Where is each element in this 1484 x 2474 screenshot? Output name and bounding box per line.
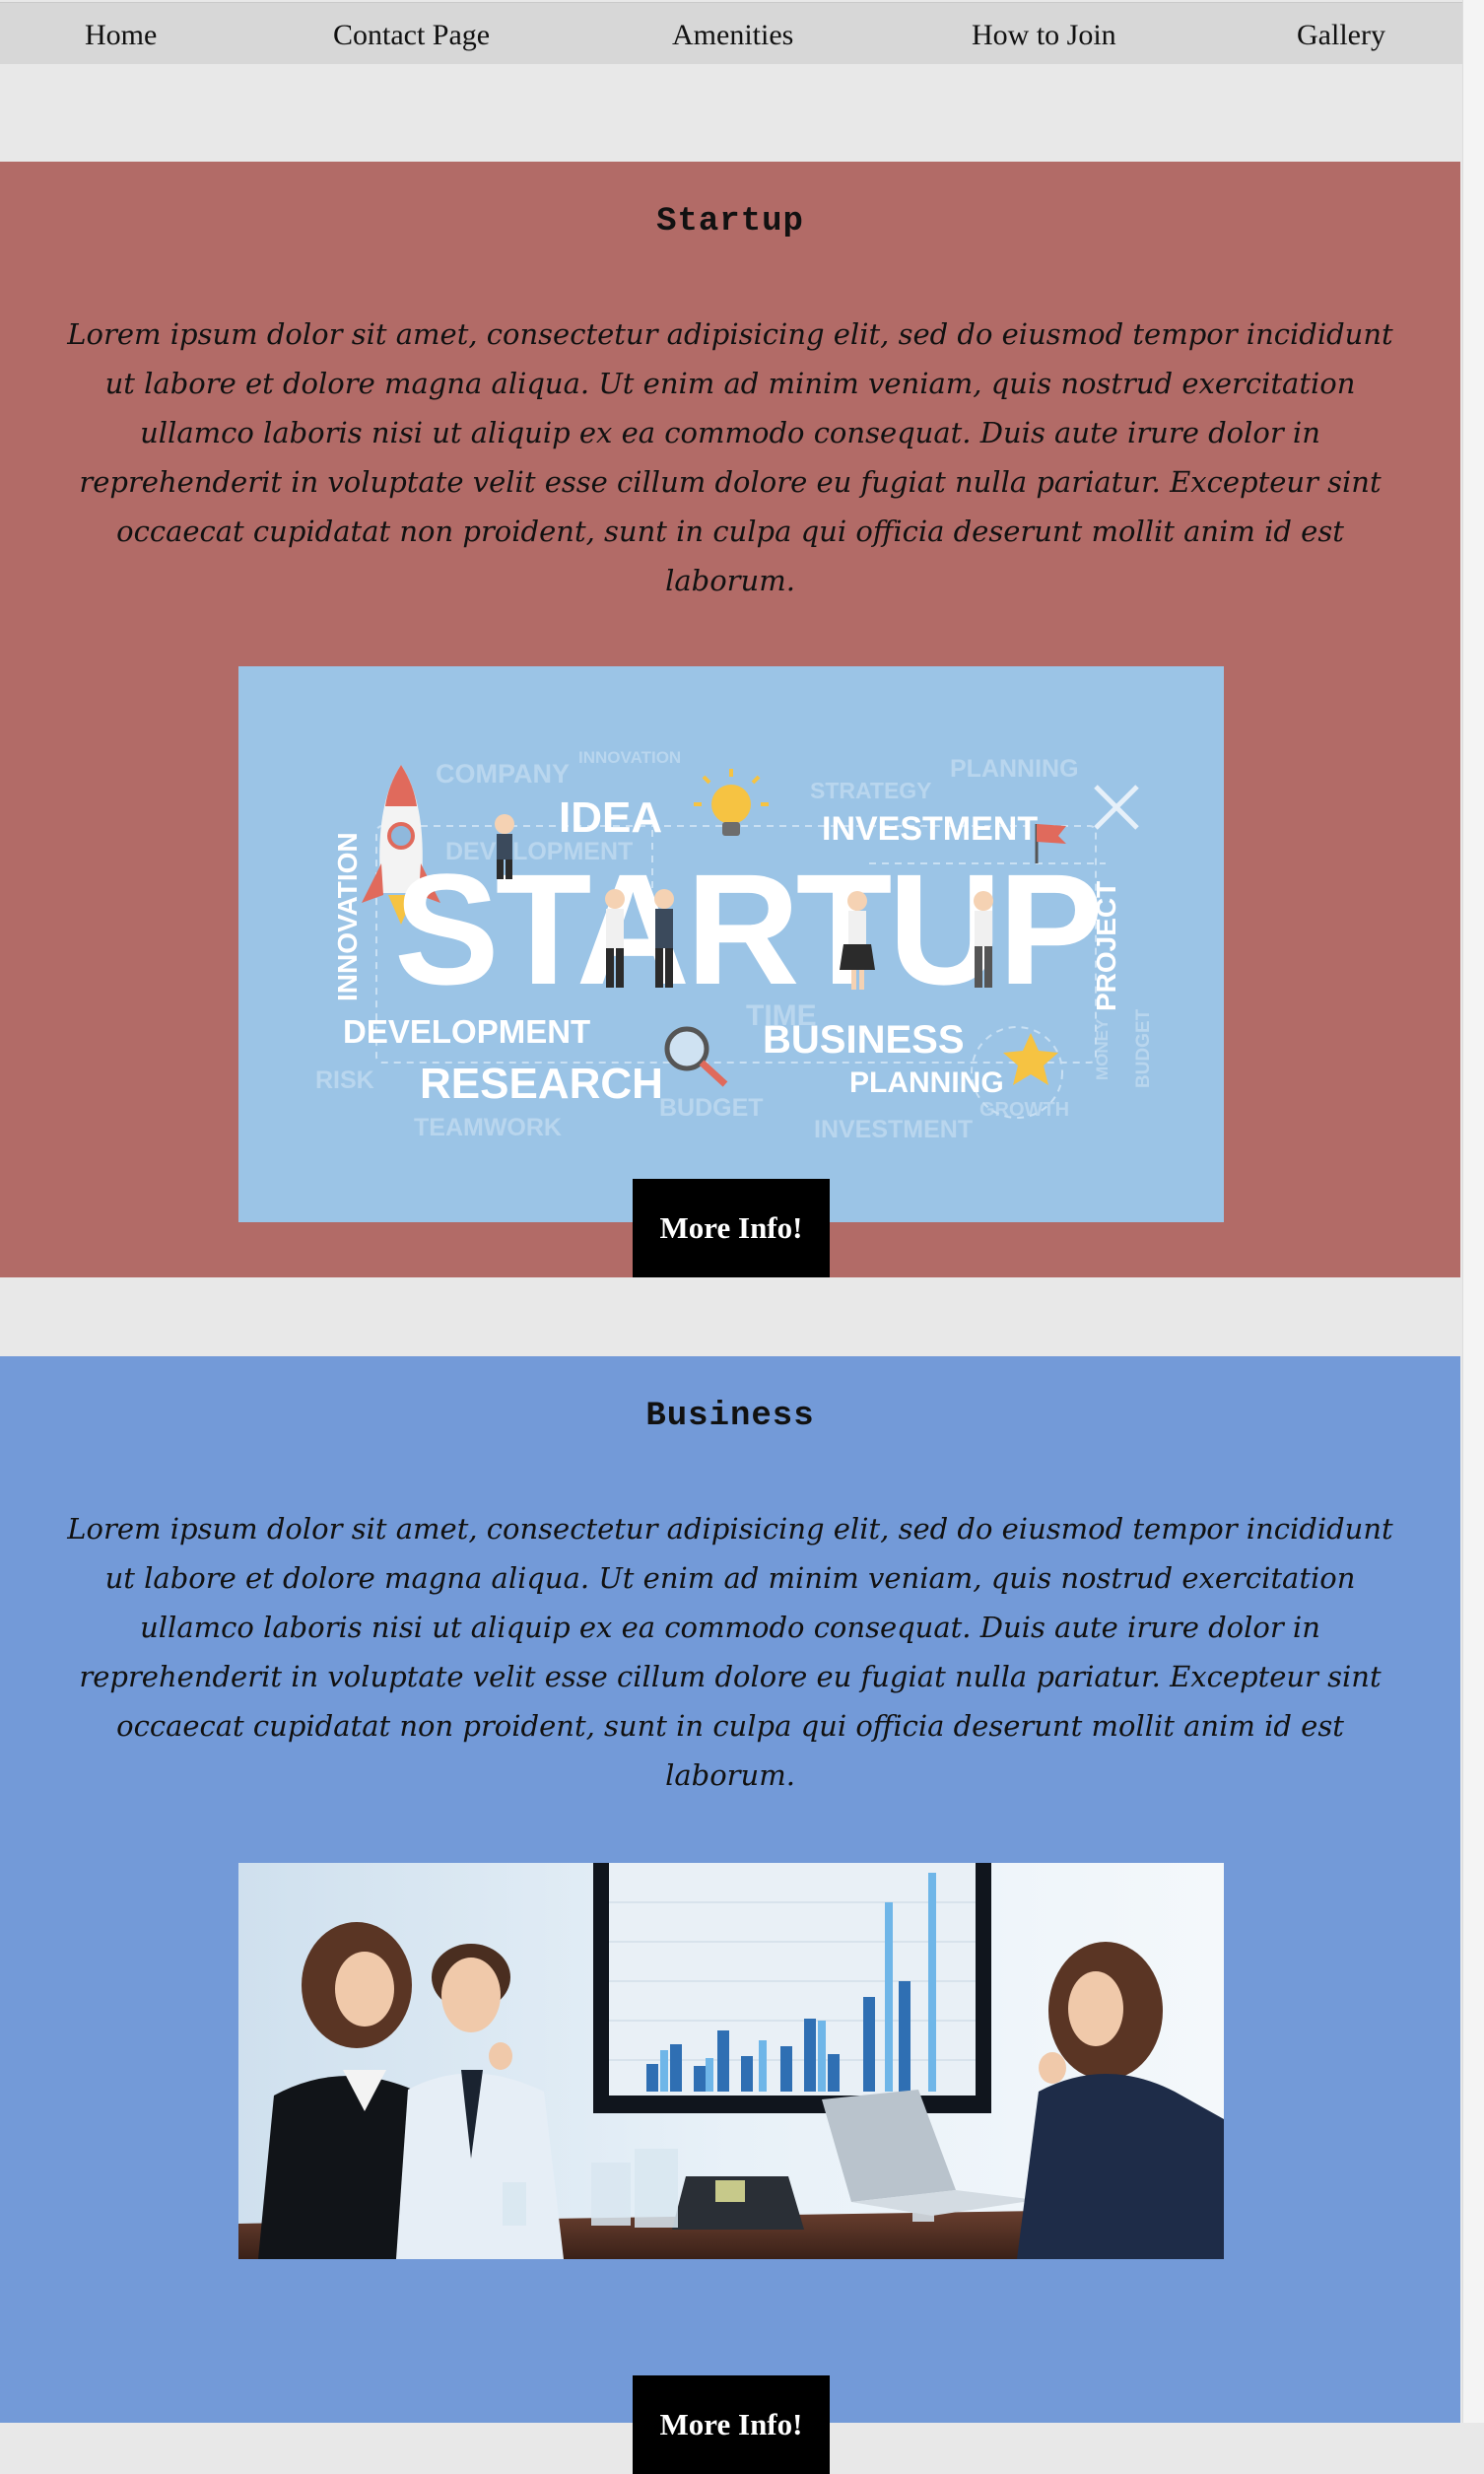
img-word-idea: IDEA [559,793,662,842]
img-word-business: BUSINESS [763,1018,965,1062]
img-word-project: PROJECT [1091,881,1121,1011]
startup-section-title: Startup [656,203,804,241]
img-word-growth: GROWTH [979,1099,1069,1121]
nav-link-how-to-join[interactable]: How to Join [972,19,1116,52]
img-word-innovation-small: INNOVATION [578,748,681,767]
img-word-risk: RISK [315,1066,374,1094]
img-word-planning-top: PLANNING [950,755,1079,783]
img-word-budget: BUDGET [659,1094,764,1122]
img-word-company: COMPANY [436,759,570,789]
img-word-investment-small: INVESTMENT [814,1116,973,1143]
img-word-research: RESEARCH [420,1060,663,1108]
img-word-innovation-vertical: INNOVATION [332,832,363,1001]
img-word-planning: PLANNING [849,1066,1004,1099]
img-word-budget-vertical: BUDGET [1133,1008,1154,1088]
img-word-development: DEVELOPMENT [343,1013,590,1050]
img-word-teamwork: TEAMWORK [414,1114,562,1141]
nav-link-contact-page[interactable]: Contact Page [333,19,490,52]
nav-link-home[interactable]: Home [85,19,157,52]
top-nav-bar: Home Contact Page Amenities How to Join … [0,2,1478,64]
monitor-display [593,1863,991,2113]
business-more-info-button[interactable]: More Info! [633,2375,830,2474]
business-section: Business Lorem ipsum dolor sit amet, con… [0,1356,1460,2474]
startup-section-body: Lorem ipsum dolor sit amet, consectetur … [67,317,1393,597]
startup-illustration: COMPANY INNOVATION STRATEGY PLANNING DEV… [238,666,1224,1222]
startup-more-info-button[interactable]: More Info! [633,1179,830,1277]
desk-phone [672,2176,804,2230]
nav-link-gallery[interactable]: Gallery [1297,19,1385,52]
business-section-title: Business [645,1398,815,1435]
img-word-strategy: STRATEGY [810,778,932,803]
startup-section: Startup Lorem ipsum dolor sit amet, cons… [0,162,1460,1277]
nav-link-amenities[interactable]: Amenities [672,19,793,52]
business-meeting-photo [238,1863,1224,2259]
page-scroll-gutter [1462,0,1484,2423]
business-section-body: Lorem ipsum dolor sit amet, consectetur … [67,1512,1393,1792]
